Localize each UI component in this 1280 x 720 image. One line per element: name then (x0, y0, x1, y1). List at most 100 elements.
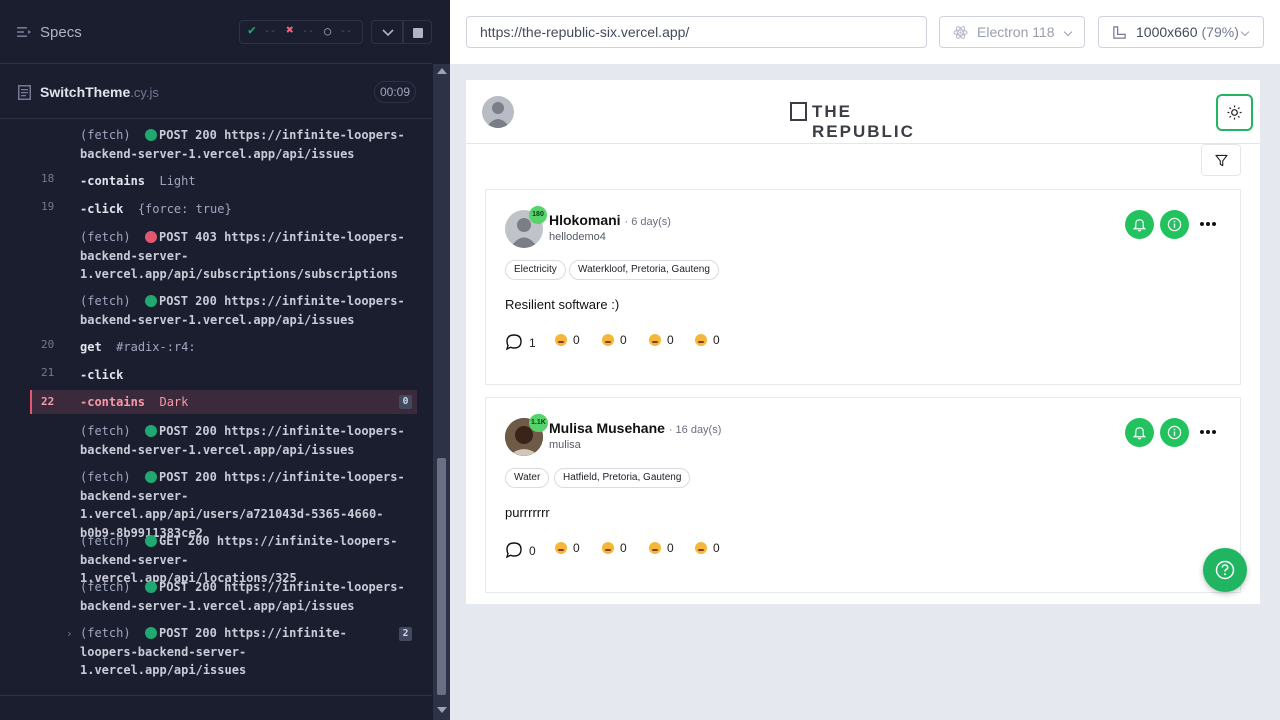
viewport-selector[interactable]: 1000x660 (79%) (1098, 16, 1264, 48)
status-dot-icon (145, 295, 158, 307)
command-body: (fetch) POST 200 https://infinite-looper… (80, 292, 405, 329)
command-prefix: (fetch) (80, 128, 131, 142)
command-row-fetch[interactable]: (fetch) POST 200 https://infinite-looper… (30, 292, 417, 332)
chevron-right-icon[interactable]: › (66, 627, 73, 640)
command-body: -click (80, 366, 405, 385)
issue-card: 1.1K Mulisa Musehane · 16 day(s) mulisa … (485, 397, 1241, 593)
post-content: purrrrrrr (505, 505, 550, 520)
url-bar[interactable]: https://the-republic-six.vercel.app/ (466, 16, 927, 48)
reaction-grimace[interactable]: 0 (649, 541, 674, 555)
avatar[interactable] (482, 96, 514, 128)
logo[interactable]: THE REPUBLIC (790, 102, 950, 141)
command-body: -contains Light (80, 172, 405, 191)
more-options-icon[interactable] (1197, 424, 1219, 440)
specs-list-icon[interactable] (16, 24, 32, 40)
pending-count: -- (340, 26, 353, 37)
reaction-angry[interactable]: 0 (695, 541, 720, 555)
command-row-fetch[interactable]: (fetch) POST 200 https://infinite-looper… (30, 126, 417, 166)
retry-count-badge: 0 (399, 395, 412, 409)
subscribe-button[interactable] (1125, 210, 1154, 239)
reaction-count: 0 (620, 541, 627, 555)
grimace-emoji-icon (649, 334, 661, 346)
command-arg: Dark (159, 395, 189, 409)
location-tag: Waterkloof, Pretoria, Gauteng (569, 260, 719, 280)
panel-divider (0, 695, 432, 696)
score-badge: 180 (529, 206, 547, 224)
command-row-fetch[interactable]: (fetch) GET 200 https://infinite-loopers… (30, 532, 417, 585)
status-dot-icon (145, 129, 158, 141)
request-count-badge: 2 (399, 627, 412, 641)
comment-count[interactable]: 1 (505, 333, 536, 351)
reaction-angry[interactable]: 0 (695, 333, 720, 347)
command-row-click[interactable]: 21 -click (30, 366, 417, 386)
comment-count-value: 0 (529, 544, 536, 558)
bell-icon (1132, 427, 1147, 440)
specs-label[interactable]: Specs (40, 24, 82, 41)
issue-card: 180 Hlokomani · 6 day(s) hellodemo4 Elec… (485, 189, 1241, 385)
category-tag: Water (505, 468, 550, 488)
command-row-fetch-group[interactable]: › (fetch) POST 200 https://infinite-loop… (30, 624, 417, 682)
reaction-count: 0 (620, 333, 627, 347)
command-row-click[interactable]: 19 -click {force: true} (30, 200, 417, 220)
reaction-laugh[interactable]: 0 (602, 541, 627, 555)
reaction-sad[interactable]: 0 (555, 333, 580, 347)
browser-name: Electron 118 (977, 24, 1055, 40)
spec-file-header[interactable]: SwitchTheme.cy.js 00:09 (0, 65, 432, 119)
scroll-thumb[interactable] (437, 458, 446, 695)
help-button[interactable] (1203, 548, 1247, 592)
category-tag: Electricity (505, 260, 566, 280)
command-row-fetch[interactable]: (fetch) POST 200 https://infinite-looper… (30, 468, 417, 540)
reaction-laugh[interactable]: 0 (602, 333, 627, 347)
spec-file-name: SwitchTheme.cy.js (40, 84, 159, 100)
author-name[interactable]: Hlokomani · 6 day(s) (549, 212, 671, 228)
score-badge: 1.1K (529, 414, 548, 432)
auto-scroll-toggle[interactable] (371, 20, 403, 44)
command-row-fetch[interactable]: (fetch) POST 200 https://infinite-looper… (30, 422, 417, 462)
scroll-down-arrow-icon[interactable] (437, 707, 447, 713)
chevron-down-icon (1063, 27, 1073, 37)
spec-duration: 00:09 (374, 81, 416, 103)
logo-mark (790, 102, 807, 121)
author-name[interactable]: Mulisa Musehane · 16 day(s) (549, 420, 721, 436)
comment-icon (505, 542, 522, 559)
subscribe-button[interactable] (1125, 418, 1154, 447)
command-arg: {force: true} (137, 202, 232, 216)
chevron-down-icon (1240, 27, 1250, 37)
info-button[interactable] (1160, 210, 1189, 239)
request-method: POST 200 (159, 128, 217, 142)
command-body: -contains Dark (80, 393, 405, 412)
command-row-fetch[interactable]: (fetch) POST 200 https://infinite-looper… (30, 578, 417, 618)
app-frame: THE REPUBLIC 180 Hlokomani · 6 day(s) he… (466, 80, 1260, 604)
author-username: mulisa (549, 439, 581, 451)
sun-icon (1227, 105, 1242, 120)
electron-icon (953, 26, 968, 39)
command-body: (fetch) POST 403 https://infinite-looper… (80, 228, 405, 284)
comment-count[interactable]: 0 (505, 541, 536, 559)
reaction-grimace[interactable]: 0 (649, 333, 674, 347)
spec-file-ext: .cy.js (130, 85, 159, 100)
command-body: (fetch) POST 200 https://infinite-looper… (80, 126, 405, 163)
zoom-level: (79%) (1201, 24, 1239, 40)
request-method: POST 200 (159, 626, 217, 640)
question-mark-icon (1215, 560, 1235, 580)
filter-button[interactable] (1201, 144, 1241, 176)
command-row-contains[interactable]: 18 -contains Light (30, 172, 417, 192)
theme-toggle-button[interactable] (1216, 94, 1253, 131)
request-method: POST 200 (159, 470, 217, 484)
laugh-emoji-icon (602, 542, 614, 554)
passed-count: -- (264, 26, 277, 37)
more-options-icon[interactable] (1197, 216, 1219, 232)
passed-icon: ✔ (248, 23, 256, 38)
stop-button[interactable] (403, 20, 432, 44)
scroll-up-arrow-icon[interactable] (437, 68, 447, 74)
info-button[interactable] (1160, 418, 1189, 447)
command-row-fetch[interactable]: (fetch) POST 403 https://infinite-looper… (30, 228, 417, 286)
command-name: -click (80, 202, 124, 216)
reaction-sad[interactable]: 0 (555, 541, 580, 555)
command-log-scrollbar[interactable] (433, 64, 450, 720)
browser-selector[interactable]: Electron 118 (939, 16, 1085, 48)
reaction-count: 0 (713, 541, 720, 555)
comment-count-value: 1 (529, 336, 536, 350)
command-row-contains-active[interactable]: 22 -contains Dark 0 (30, 390, 417, 414)
command-row-get[interactable]: 20 get #radix-:r4: (30, 338, 417, 358)
